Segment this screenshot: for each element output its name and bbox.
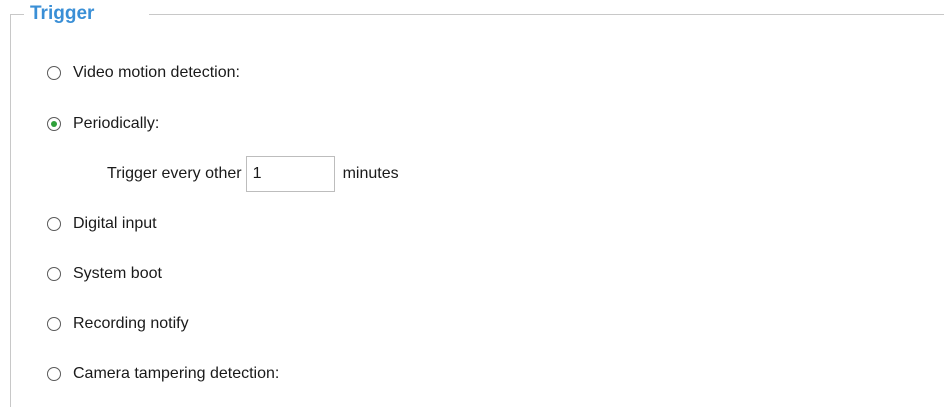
radio-system-boot[interactable] <box>47 267 61 281</box>
option-label-camera-tampering-detection: Camera tampering detection: <box>73 365 280 382</box>
radio-camera-tampering-detection[interactable] <box>47 367 61 381</box>
group-legend: Trigger <box>26 2 103 26</box>
periodic-interval-row: Trigger every other minutes <box>107 156 399 192</box>
option-label-periodically: Periodically: <box>73 115 160 132</box>
option-video-motion-detection[interactable]: Video motion detection: <box>47 62 240 84</box>
interval-unit-label: minutes <box>342 165 399 182</box>
option-periodically[interactable]: Periodically: <box>47 113 159 135</box>
interval-prefix-label: Trigger every other <box>107 165 242 182</box>
option-recording-notify[interactable]: Recording notify <box>47 313 189 335</box>
group-border-top-right <box>149 14 944 15</box>
option-label-digital-input: Digital input <box>73 215 157 232</box>
radio-recording-notify[interactable] <box>47 317 61 331</box>
radio-digital-input[interactable] <box>47 217 61 231</box>
option-system-boot[interactable]: System boot <box>47 263 162 285</box>
interval-minutes-input[interactable] <box>245 156 335 192</box>
option-digital-input[interactable]: Digital input <box>47 213 157 235</box>
radio-periodically[interactable] <box>47 117 61 131</box>
option-label-recording-notify: Recording notify <box>73 315 189 332</box>
option-camera-tampering-detection[interactable]: Camera tampering detection: <box>47 363 279 385</box>
radio-video-motion-detection[interactable] <box>47 66 61 80</box>
group-border-left <box>10 14 11 407</box>
option-label-system-boot: System boot <box>73 265 162 282</box>
option-label-video-motion-detection: Video motion detection: <box>73 64 240 81</box>
group-border-top-left <box>10 14 24 15</box>
